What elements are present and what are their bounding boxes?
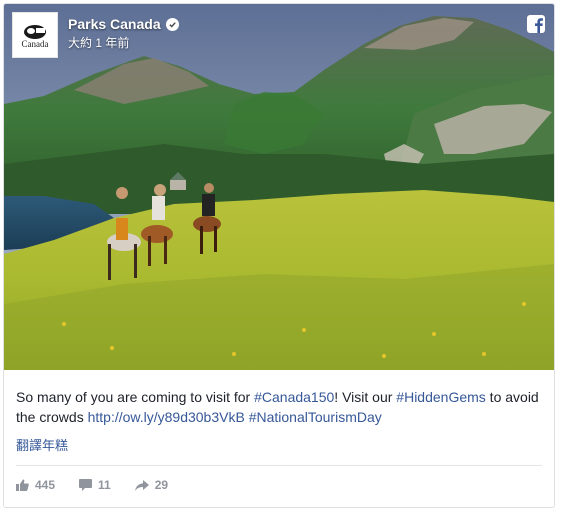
timestamp[interactable]: 大約 1 年前	[68, 34, 179, 51]
comments-count: 11	[98, 478, 111, 492]
page-name[interactable]: Parks Canada	[68, 16, 161, 32]
engagement-stats: 445 11 29	[16, 478, 192, 492]
post-header: Canada Parks Canada 大約 1 年前	[12, 12, 179, 58]
likes-stat[interactable]: 445	[16, 478, 55, 492]
likes-count: 445	[35, 478, 56, 492]
hashtag-canada150[interactable]: #Canada150	[254, 389, 334, 405]
post-card: Canada Parks Canada 大約 1 年前 So many of y…	[3, 3, 555, 508]
post-photo[interactable]: Canada Parks Canada 大約 1 年前	[4, 4, 554, 370]
comment-icon	[79, 479, 93, 491]
verified-icon	[165, 17, 179, 31]
like-icon	[16, 479, 29, 491]
facebook-icon[interactable]	[527, 15, 545, 33]
caption-text: So many of you are coming to visit for	[16, 389, 255, 405]
landscape-photo	[4, 4, 554, 370]
hashtag-nationaltourismday[interactable]: #NationalTourismDay	[249, 409, 382, 425]
shares-stat[interactable]: 29	[134, 478, 169, 492]
translate-link[interactable]: 翻譯年糕	[16, 435, 68, 454]
share-icon	[134, 479, 149, 491]
beaver-logo-icon	[24, 24, 46, 39]
post-caption: So many of you are coming to visit for #…	[16, 387, 542, 427]
hashtag-hiddengems[interactable]: #HiddenGems	[396, 389, 486, 405]
avatar-label: Canada	[21, 38, 49, 49]
shares-count: 29	[154, 478, 169, 492]
divider	[16, 465, 542, 466]
post-link[interactable]: http://ow.ly/y89d30b3VkB	[88, 409, 245, 425]
page-name-row: Parks Canada	[68, 16, 179, 32]
comments-stat[interactable]: 11	[79, 478, 111, 492]
caption-text: ! Visit our	[334, 389, 397, 405]
page-meta: Parks Canada 大約 1 年前	[68, 16, 179, 51]
avatar[interactable]: Canada	[12, 12, 58, 58]
